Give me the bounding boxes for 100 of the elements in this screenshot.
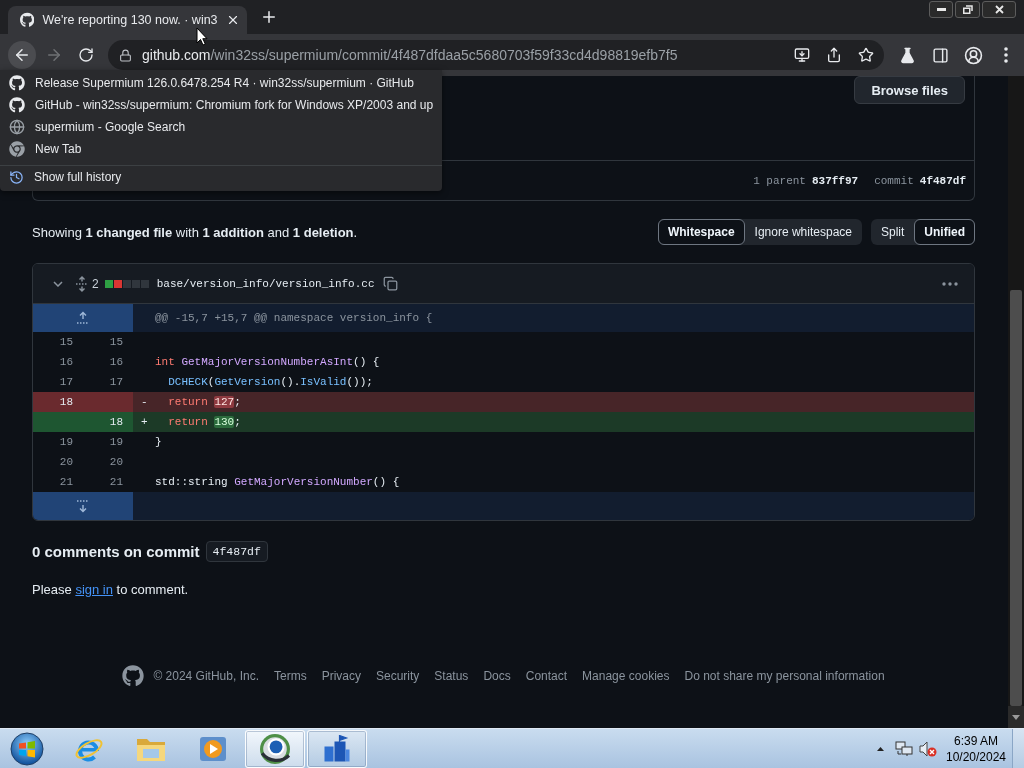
buildings-with-flag-icon — [324, 735, 350, 762]
arrow-right-icon — [45, 46, 63, 64]
line-number: 16 — [58, 355, 74, 370]
sign-in-prompt: Please sign in to comment. — [32, 581, 189, 599]
footer-link[interactable]: Privacy — [321, 669, 361, 683]
whitespace-option[interactable]: Whitespace — [657, 219, 745, 245]
commit-sha: 4f487df — [919, 174, 966, 187]
code-line: return 127; — [167, 395, 242, 410]
triangle-down-icon — [1012, 714, 1020, 720]
globe-ring-icon — [260, 733, 290, 764]
code-line: int GetMajorVersionNumberAsInt() { — [155, 355, 381, 370]
line-number-gutter — [33, 412, 83, 432]
globe-icon — [9, 119, 25, 135]
line-number: 18 — [83, 412, 133, 432]
footer-link[interactable]: Contact — [525, 669, 568, 683]
line-number: 18 — [33, 392, 83, 412]
view-mode-option[interactable]: Split — [871, 219, 915, 245]
browser-tab[interactable]: We're reporting 130 now. · win3 — [8, 6, 247, 34]
chevron-down-icon[interactable] — [53, 280, 63, 287]
diff-marker: - — [140, 395, 149, 410]
flask-icon — [898, 46, 916, 64]
line-number: 16 — [108, 355, 124, 370]
whitespace-option[interactable]: Ignore whitespace — [744, 219, 862, 245]
caret-up-icon — [876, 746, 884, 751]
github-icon — [20, 12, 35, 28]
parent-sha-link[interactable]: 837ff97 — [811, 174, 859, 187]
share-icon — [826, 47, 842, 63]
line-number: 21 — [58, 475, 74, 490]
line-number-gutter — [83, 392, 133, 412]
code-line: return 130; — [167, 415, 242, 430]
footer-link[interactable]: Do not share my personal information — [684, 669, 885, 683]
lock-icon — [119, 48, 132, 62]
line-number: 15 — [108, 335, 124, 350]
history-menu-item[interactable]: New Tab — [0, 138, 442, 160]
reload-icon — [78, 47, 94, 63]
change-count: 2 — [92, 276, 99, 291]
restore-icon — [962, 5, 973, 14]
side-panel-icon — [931, 46, 949, 64]
line-number: 17 — [108, 375, 124, 390]
volume-muted-icon — [919, 740, 937, 757]
github-icon — [9, 75, 25, 91]
profile-icon — [963, 45, 983, 65]
footer-link[interactable]: Manage cookies — [582, 669, 670, 683]
restore-button[interactable] — [955, 1, 980, 18]
line-number: 15 — [58, 335, 74, 350]
scroll-down-button[interactable] — [1008, 706, 1024, 728]
ellipsis-icon[interactable] — [942, 281, 958, 286]
expand-down-icon — [76, 499, 90, 513]
file-path: base/version_info/version_info.cc — [156, 277, 375, 290]
sign-in-link[interactable]: sign in — [75, 582, 113, 597]
code-line: std::string GetMajorVersionNumber() { — [155, 475, 401, 490]
diff-summary: Showing 1 changed file with 1 addition and 1 deletion. — [32, 224, 358, 240]
close-icon — [994, 5, 1004, 14]
clock-button[interactable]: 6:39 AM 10/20/2024 — [944, 730, 1008, 767]
footer-link[interactable]: Status — [434, 669, 469, 683]
history-icon — [9, 169, 24, 185]
url-text: github.com/win32ss/supermium/commit/4f487dfdaa5c5680703f59f33cd4d98819efb7f5 — [142, 47, 679, 63]
star-icon — [858, 47, 874, 63]
history-menu-item[interactable]: supermium - Google Search — [0, 116, 442, 138]
commit-label: commit — [874, 174, 914, 187]
footer-link[interactable]: Terms — [273, 669, 307, 683]
line-number: 21 — [108, 475, 124, 490]
line-number: 20 — [108, 455, 124, 470]
expand-up-icon — [76, 311, 90, 325]
menu-icon — [1004, 47, 1008, 63]
chrome-icon — [9, 141, 25, 157]
copyright-text: © 2024 GitHub, Inc. — [153, 669, 259, 683]
minimize-button[interactable] — [929, 1, 953, 18]
line-number: 19 — [108, 435, 124, 450]
parent-label: 1 parent — [753, 174, 806, 187]
line-number: 19 — [58, 435, 74, 450]
address-bar[interactable]: github.com/win32ss/supermium/commit/4f487dfdaa5c5680703f59f33cd4d98819efb7f5 — [108, 40, 884, 70]
comments-heading: 0 comments on commit — [32, 543, 200, 560]
line-number: 17 — [58, 375, 74, 390]
code-line: DCHECK(GetVersion().IsValid()); — [167, 375, 374, 390]
view-mode-option[interactable]: Unified — [914, 219, 975, 245]
commit-sha-badge: 4f487df — [205, 541, 268, 562]
footer-link[interactable]: Security — [376, 669, 420, 683]
back-button[interactable] — [8, 41, 36, 69]
taskbar-app-button[interactable] — [307, 729, 367, 768]
hunk-header: @@ -15,7 +15,7 @@ namespace version_info { — [133, 304, 974, 332]
unfold-icon[interactable] — [76, 275, 88, 292]
history-menu-item[interactable]: Release Supermium 126.0.6478.254 R4 · win32ss/supermium · GitHub — [0, 72, 442, 94]
line-number: 20 — [58, 455, 74, 470]
windows-orb-icon — [10, 731, 44, 766]
close-window-button[interactable] — [982, 1, 1016, 18]
scrollbar-track[interactable] — [1008, 76, 1024, 728]
code-line: } — [155, 435, 163, 450]
diff-marker: + — [140, 415, 149, 430]
footer-link[interactable]: Docs — [483, 669, 511, 683]
scrollbar-thumb[interactable] — [1010, 290, 1022, 706]
browse-files-button[interactable]: Browse files — [854, 76, 965, 104]
github-icon — [9, 97, 25, 113]
copy-icon[interactable] — [382, 276, 398, 291]
taskbar-app-button[interactable] — [245, 729, 305, 768]
show-full-history-item[interactable]: Show full history — [0, 166, 442, 188]
network-icon — [895, 740, 913, 757]
history-menu-item[interactable]: GitHub - win32ss/supermium: Chromium fork for Windows XP/2003 and up — [0, 94, 442, 116]
start-button[interactable] — [7, 729, 47, 768]
github-logo-icon[interactable] — [122, 665, 145, 687]
